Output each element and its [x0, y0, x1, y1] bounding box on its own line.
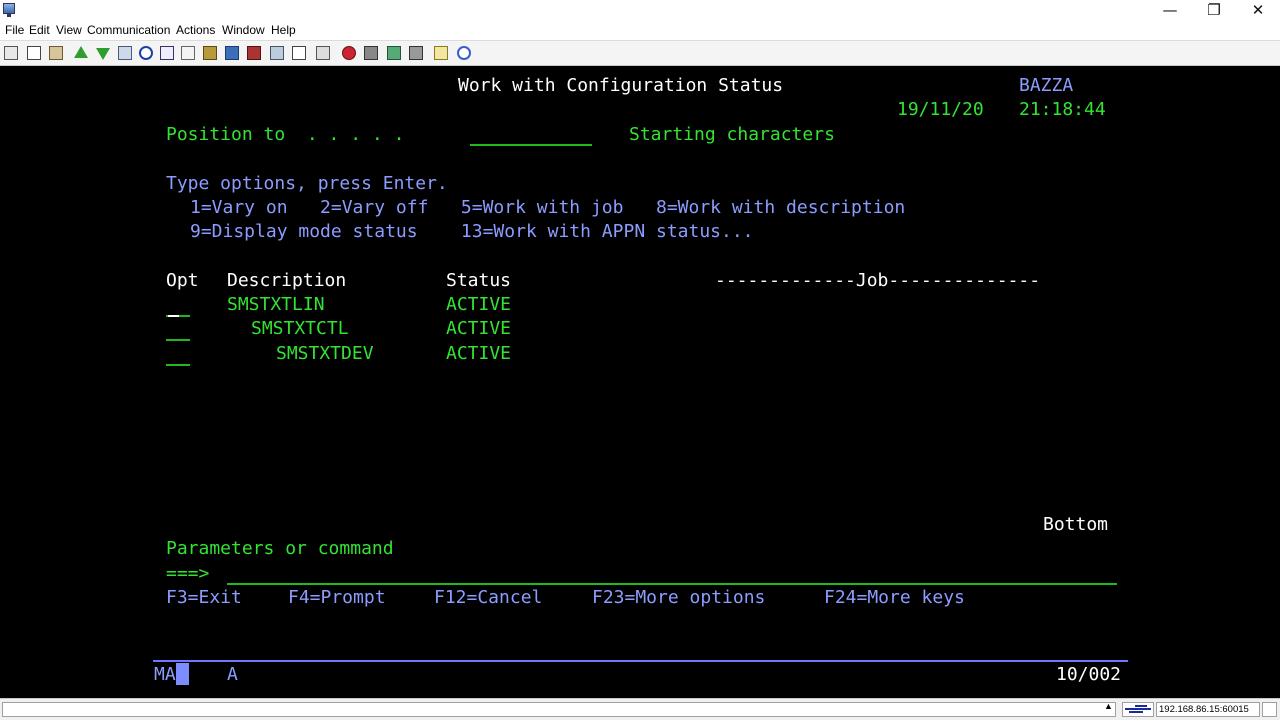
menu-bar: File Edit View Communication Actions Win…: [0, 21, 1280, 40]
keyboard-icon[interactable]: [247, 46, 261, 60]
row-option-underline: [166, 339, 190, 341]
minimize-button[interactable]: —: [1148, 0, 1192, 20]
notes-icon[interactable]: [409, 46, 423, 60]
row-status: ACTIVE: [446, 294, 512, 315]
f3-exit-key[interactable]: F3=Exit: [166, 587, 242, 609]
f12-cancel-key[interactable]: F12=Cancel: [434, 587, 542, 609]
menu-file[interactable]: File: [5, 23, 24, 38]
command-prompt: ===>: [166, 563, 210, 584]
send-file-icon[interactable]: [74, 46, 88, 58]
column-description-header: Description: [227, 270, 347, 291]
paste-icon[interactable]: [49, 46, 63, 60]
notes-edit-icon[interactable]: [434, 46, 448, 60]
f24-more-keys-key[interactable]: F24=More keys: [824, 587, 965, 609]
command-input-underline: [227, 583, 1117, 585]
column-opt-header: Opt: [166, 270, 199, 291]
menu-communication[interactable]: Communication: [87, 23, 170, 38]
f23-more-options-key[interactable]: F23=More options: [592, 587, 765, 609]
transfer-icon[interactable]: [364, 46, 378, 60]
text-cursor: [168, 315, 179, 317]
oia-cursor-position: 10/002: [1056, 664, 1122, 685]
status-message-area: [2, 702, 1116, 717]
receive-file-icon[interactable]: [96, 48, 110, 60]
stop-icon[interactable]: [387, 46, 401, 60]
menu-help[interactable]: Help: [271, 23, 296, 38]
customize-icon[interactable]: [292, 46, 306, 60]
position-to-hint: Starting characters: [629, 124, 835, 145]
play-macro-icon[interactable]: [225, 46, 239, 60]
macro-icon[interactable]: [203, 46, 217, 60]
position-to-label: Position to . . . . .: [166, 124, 405, 145]
screen-time: 21:18:44: [1019, 99, 1106, 120]
title-bar: — ❐ ✕: [0, 0, 1280, 20]
disconnect-icon[interactable]: [316, 46, 330, 60]
close-button[interactable]: ✕: [1236, 0, 1280, 20]
host-address: 192.168.86.15:60015: [1156, 702, 1260, 717]
system-name: BAZZA: [1019, 75, 1074, 96]
record-icon[interactable]: [139, 46, 153, 60]
oia-session-type: A: [227, 664, 238, 685]
row-description: SMSTXTCTL: [251, 318, 349, 339]
row-description: SMSTXTLIN: [227, 294, 325, 315]
copy-icon[interactable]: [27, 46, 41, 60]
instructions-text: Type options, press Enter.: [166, 173, 448, 194]
row-status: ACTIVE: [446, 318, 512, 339]
row-status: ACTIVE: [446, 343, 512, 364]
column-job-header: -------------Job--------------: [715, 270, 1041, 291]
connect-icon[interactable]: [342, 46, 356, 60]
terminal-app-icon[interactable]: [3, 3, 15, 17]
keypad-icon[interactable]: [181, 46, 195, 60]
options-line-1: 1=Vary on 2=Vary off 5=Work with job 8=W…: [190, 197, 906, 218]
position-to-field-underline: [470, 144, 592, 146]
row-description: SMSTXTDEV: [276, 343, 374, 364]
oia-cursor-block: [176, 663, 189, 685]
screen-date: 19/11/20: [897, 99, 984, 120]
parameters-label: Parameters or command: [166, 538, 394, 559]
oia-session-indicator: MA: [154, 664, 176, 685]
f4-prompt-key[interactable]: F4=Prompt: [288, 587, 386, 609]
restore-button[interactable]: ❐: [1192, 0, 1236, 20]
print-icon[interactable]: [118, 46, 132, 60]
screen-title: Work with Configuration Status: [458, 75, 784, 96]
menu-actions[interactable]: Actions: [176, 23, 215, 38]
network-lines-icon: [1125, 705, 1151, 713]
row-option-underline: [166, 364, 190, 366]
toolbar: [0, 40, 1280, 66]
menu-edit[interactable]: Edit: [29, 23, 50, 38]
options-line-2: 9=Display mode status 13=Work with APPN …: [190, 221, 754, 242]
display-icon[interactable]: [160, 46, 174, 60]
network-connection-icon: [1122, 702, 1154, 717]
help-icon[interactable]: [457, 46, 471, 60]
bottom-indicator: Bottom: [1043, 514, 1109, 535]
resize-grip-icon[interactable]: [1262, 702, 1277, 717]
calculator-icon[interactable]: [270, 46, 284, 60]
menu-view[interactable]: View: [56, 23, 82, 38]
status-bar: ▲ 192.168.86.15:60015: [0, 698, 1280, 720]
status-scroll-up-icon[interactable]: ▲: [1104, 701, 1113, 711]
column-status-header: Status: [446, 270, 512, 291]
oia-separator: [153, 660, 1128, 662]
menu-window[interactable]: Window: [222, 23, 265, 38]
copy-screen-icon[interactable]: [4, 46, 18, 60]
terminal-screen[interactable]: Work with Configuration Status BAZZA 19/…: [0, 66, 1280, 698]
